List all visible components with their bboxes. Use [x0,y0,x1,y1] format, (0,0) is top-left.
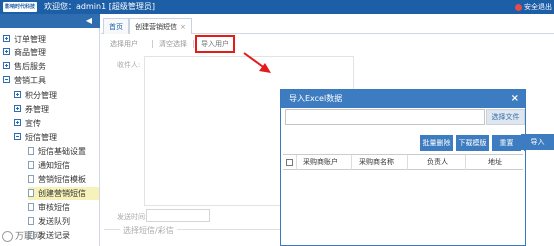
sidebar-item-label: 短信基础设置 [38,147,86,156]
expand-icon [3,35,10,42]
recipient-label: 收件人: [117,61,141,69]
clear-selection-button[interactable]: 清空选择 [155,36,191,52]
dialog-header: 导入Excel数据 × [281,90,525,108]
sidebar-item-label: 审核短信 [38,203,70,212]
sidebar-item-label: 通知短信 [38,161,70,170]
document-icon [28,188,34,197]
send-time-select[interactable] [146,209,210,222]
tab-bar: 首页 创建营销短信 × [101,16,554,34]
column-header: 采购商名称 [359,158,394,166]
tab-create-marketing-sms[interactable]: 创建营销短信 × [129,18,192,34]
watermark-logo-icon [2,231,13,242]
sidebar-item-label: 营销短信模板 [38,175,86,184]
sidebar-item-label: 订单管理 [14,35,46,44]
close-icon[interactable]: × [511,90,519,108]
column-header: 地址 [488,158,502,166]
document-icon [28,146,34,155]
top-bar: 影响时代科技 欢迎您：admin1 [超级管理员] 安全退出 [0,0,554,14]
expand-icon [3,48,10,55]
power-icon [515,3,522,11]
column-divider [465,155,466,170]
batch-delete-button[interactable]: 批量删除 [420,135,453,151]
reset-button[interactable]: 重置 [492,135,521,151]
close-icon[interactable]: × [180,23,186,31]
toolbar-divider [193,40,194,48]
sidebar: ◀ 订单管理 商品管理 售后服务 营销工具 积分管理 券管理 宣传 短信管理 短… [0,14,100,246]
sidebar-item-label: 发送记录 [38,231,70,240]
select-file-button[interactable]: 选择文件 [486,109,525,125]
expand-icon [14,91,21,98]
sidebar-item-label: 售后服务 [14,62,46,71]
logout-button[interactable]: 安全退出 [515,1,552,13]
watermark-text: 万联网 [15,232,43,242]
logout-label: 安全退出 [524,3,552,11]
sidebar-item-label: 券管理 [25,105,49,114]
sidebar-item-marketing[interactable]: 营销工具 [3,74,99,87]
sidebar-collapse-button[interactable]: ◀ [0,14,100,28]
welcome-text: 欢迎您：admin1 [超级管理员] [44,2,155,11]
sidebar-item-products[interactable]: 商品管理 [3,46,99,59]
send-time-label: 发送时间: [117,213,148,221]
table-header: 采购商账户 采购商名称 负责人 地址 [283,154,523,170]
document-icon [28,174,34,183]
sidebar-item-sms[interactable]: 短信管理 [14,131,99,144]
watermark: 万联网 [2,229,42,242]
toolbar-divider [152,40,153,48]
tab-home[interactable]: 首页 [103,18,129,34]
sidebar-item-notify-sms[interactable]: 通知短信 [28,159,99,172]
sidebar-item-label: 商品管理 [14,48,46,57]
column-divider [296,155,297,170]
sidebar-item-label: 宣传 [25,119,41,128]
sidebar-item-label: 短信管理 [25,133,57,142]
tab-label: 首页 [109,23,123,31]
document-icon [28,202,34,211]
sidebar-item-points[interactable]: 积分管理 [14,89,99,102]
chevron-left-icon: ◀ [85,16,92,25]
sidebar-item-after-sales[interactable]: 售后服务 [3,60,99,73]
column-divider [407,155,408,170]
sidebar-item-orders[interactable]: 订单管理 [3,33,99,46]
expand-icon [14,119,21,126]
template-legend: 选择短信/彩信 [120,225,177,236]
column-header: 采购商账户 [303,158,338,166]
sidebar-item-send-queue[interactable]: 发送队列 [28,215,99,228]
dialog-title: 导入Excel数据 [289,94,343,103]
collapse-icon [14,133,21,140]
select-user-button[interactable]: 选择用户 [106,36,142,52]
arrow-annotation-icon [243,52,271,73]
sidebar-item-marketing-templates[interactable]: 营销短信模板 [28,173,99,186]
import-button[interactable]: 导入 [521,134,554,150]
sidebar-item-sms-settings[interactable]: 短信基础设置 [28,145,99,158]
download-template-button[interactable]: 下载模版 [456,135,489,151]
column-divider [351,155,352,170]
import-user-button[interactable]: 导入用户 [195,35,235,53]
sidebar-item-label: 营销工具 [14,76,46,85]
document-icon [28,216,34,225]
logo: 影响时代科技 [3,2,37,12]
sidebar-item-label: 创建营销短信 [38,189,86,198]
document-icon [28,160,34,169]
column-header: 负责人 [427,158,448,166]
import-excel-dialog: 导入Excel数据 × 选择文件 批量删除 下载模版 重置 采购商账户 采购商名… [280,89,526,246]
sidebar-item-label: 积分管理 [25,91,57,100]
collapse-icon [3,76,10,83]
expand-icon [14,105,21,112]
sidebar-item-promotion[interactable]: 宣传 [14,117,99,130]
expand-icon [3,62,10,69]
file-path-input[interactable] [285,109,485,125]
sidebar-item-label: 发送队列 [38,217,70,226]
sidebar-item-coupons[interactable]: 券管理 [14,103,99,116]
sidebar-item-review-sms[interactable]: 审核短信 [28,201,99,214]
tab-label: 创建营销短信 [135,23,177,31]
sidebar-item-create-marketing-sms[interactable]: 创建营销短信 [28,187,99,200]
select-all-checkbox[interactable] [286,159,293,166]
